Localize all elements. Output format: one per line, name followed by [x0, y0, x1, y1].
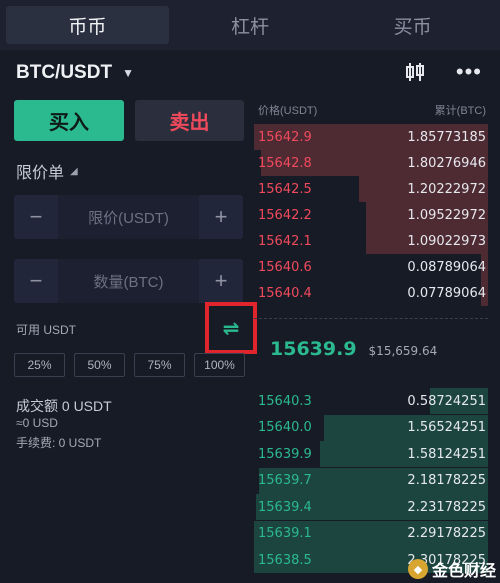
more-icon[interactable]: ••• [456, 61, 482, 83]
bid-price: 15639.1 [258, 526, 312, 541]
ask-qty: 1.85773185 [407, 129, 486, 145]
bid-price: 15638.5 [258, 552, 312, 568]
ask-row[interactable]: 15642.8 1.80276946 [254, 150, 488, 176]
percent-100-button[interactable]: 100% [194, 353, 245, 377]
percent-75-button[interactable]: 75% [134, 353, 185, 377]
bid-row[interactable]: 15640.3 0.58724251 [254, 388, 488, 414]
bid-row[interactable]: 15639.4 2.23178225 [254, 494, 488, 520]
ask-price: 15642.9 [258, 129, 312, 145]
ask-price: 15640.4 [258, 285, 312, 301]
ask-qty: 1.80276946 [407, 155, 486, 171]
tab-spot[interactable]: 币币 [6, 6, 169, 44]
watermark: ◆ 金色财经 [407, 557, 496, 581]
candlestick-icon[interactable] [404, 62, 426, 82]
orderbook-header: 价格(USDT) 累计(BTC) [258, 102, 486, 118]
amount-minus-button[interactable]: − [14, 259, 58, 303]
ask-price: 15642.2 [258, 207, 312, 223]
bid-qty: 2.18178225 [407, 473, 486, 488]
caret-down-icon: ▼ [122, 66, 134, 80]
bid-qty: 0.58724251 [407, 393, 486, 409]
ask-price: 15642.1 [258, 233, 312, 249]
ask-qty: 0.07789064 [407, 285, 486, 301]
tab-margin[interactable]: 杠杆 [169, 6, 332, 44]
bid-qty: 2.29178225 [407, 526, 486, 541]
ask-qty: 1.20222972 [407, 181, 486, 197]
fee-label: 手续费: 0 USDT [16, 436, 102, 450]
percent-50-button[interactable]: 50% [74, 353, 125, 377]
bid-qty: 1.58124251 [407, 446, 486, 462]
last-price: 15639.9 [270, 338, 357, 360]
price-input[interactable]: 限价(USDT) [58, 195, 199, 239]
amount-stepper: − 数量(BTC) + [14, 259, 243, 303]
order-type-label: 限价单 [16, 165, 65, 182]
price-plus-button[interactable]: + [199, 195, 243, 239]
trade-volume-usd: ≈0 USD [16, 416, 58, 430]
ask-price: 15642.8 [258, 155, 312, 171]
bid-qty: 2.23178225 [407, 499, 486, 515]
ask-price: 15640.6 [258, 259, 312, 275]
amount-plus-button[interactable]: + [199, 259, 243, 303]
price-stepper: − 限价(USDT) + [14, 195, 243, 239]
bid-price: 15639.4 [258, 499, 312, 515]
available-balance: 可用 USDT [16, 323, 77, 337]
price-minus-button[interactable]: − [14, 195, 58, 239]
last-price-fiat: $15,659.64 [368, 344, 438, 358]
trade-mode-tabs: 币币 杠杆 买币 [0, 0, 500, 50]
ask-row[interactable]: 15642.1 1.09022973 [254, 228, 488, 254]
sell-button[interactable]: 卖出 [135, 100, 244, 141]
swap-highlight: ⇌ [205, 302, 257, 354]
ask-row[interactable]: 15640.6 0.08789064 [254, 254, 488, 280]
percent-buttons: 25% 50% 75% 100% [14, 353, 245, 377]
bid-price: 15640.3 [258, 393, 312, 409]
bid-row[interactable]: 15639.9 1.58124251 [254, 441, 488, 467]
trade-volume: 成交额 0 USDT [16, 398, 112, 414]
watermark-text: 金色财经 [431, 563, 496, 580]
qty-column-header: 累计(BTC) [434, 105, 486, 117]
ask-row[interactable]: 15642.9 1.85773185 [254, 124, 488, 150]
bid-row[interactable]: 15639.1 2.29178225 [254, 520, 488, 547]
ask-price: 15642.5 [258, 181, 312, 197]
order-type-selector[interactable]: 限价单 ◢ [16, 159, 78, 183]
pair-label: BTC/USDT [16, 62, 113, 83]
tab-buy-crypto[interactable]: 买币 [331, 6, 494, 44]
ask-row[interactable]: 15642.2 1.09522972 [254, 202, 488, 228]
bid-price: 15640.0 [258, 420, 312, 435]
price-column-header: 价格(USDT) [258, 105, 318, 117]
swap-icon[interactable]: ⇌ [223, 316, 240, 341]
bid-row[interactable]: 15639.7 2.18178225 [254, 467, 488, 494]
buy-button[interactable]: 买入 [14, 100, 124, 141]
watermark-logo-icon: ◆ [407, 559, 428, 579]
amount-input[interactable]: 数量(BTC) [58, 259, 199, 303]
ask-qty: 0.08789064 [407, 259, 486, 275]
bid-price: 15639.7 [258, 473, 312, 488]
last-price-row: 15639.9 $15,659.64 [270, 338, 437, 360]
pair-selector[interactable]: BTC/USDT ▼ [16, 62, 134, 84]
bid-row[interactable]: 15640.0 1.56524251 [254, 414, 488, 441]
bid-qty: 1.56524251 [407, 420, 486, 435]
percent-25-button[interactable]: 25% [14, 353, 65, 377]
bid-price: 15639.9 [258, 446, 312, 462]
triangle-icon: ◢ [70, 165, 78, 177]
ask-qty: 1.09522972 [407, 207, 486, 223]
divider [254, 318, 488, 319]
ask-row[interactable]: 15642.5 1.20222972 [254, 176, 488, 202]
ask-qty: 1.09022973 [407, 233, 486, 249]
ask-row[interactable]: 15640.4 0.07789064 [254, 280, 488, 306]
